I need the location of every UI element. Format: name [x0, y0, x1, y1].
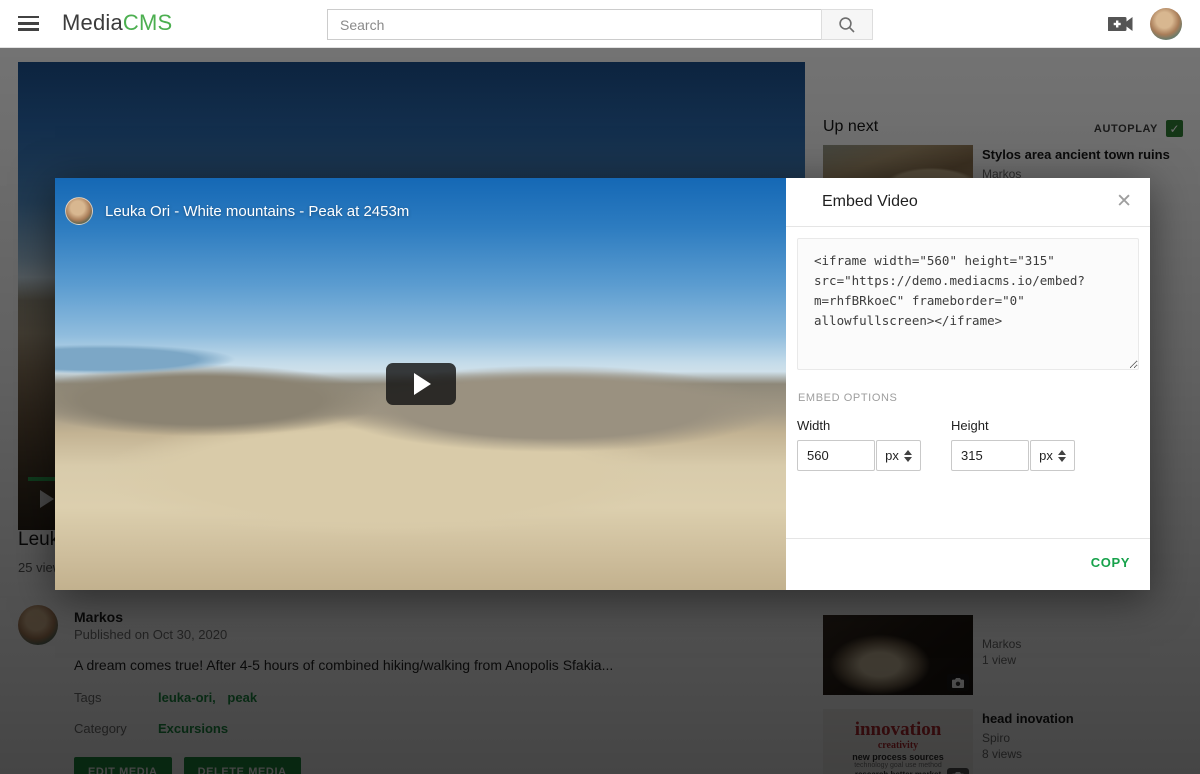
width-field-group: Width px: [797, 418, 921, 471]
preview-title-bar: Leuka Ori - White mountains - Peak at 24…: [65, 197, 409, 225]
embed-video-preview[interactable]: Leuka Ori - White mountains - Peak at 24…: [55, 178, 786, 590]
play-icon: [414, 373, 431, 395]
modal-title: Embed Video: [822, 193, 918, 211]
upload-media-icon[interactable]: [1108, 13, 1134, 35]
menu-icon[interactable]: [18, 16, 39, 31]
width-label: Width: [797, 418, 921, 433]
top-bar: MediaCMS: [0, 0, 1200, 48]
user-avatar[interactable]: [1150, 8, 1182, 40]
embed-options-fields: Width px Height px: [797, 418, 1105, 471]
play-button[interactable]: [386, 363, 456, 405]
mediacms-logo[interactable]: MediaCMS: [62, 10, 172, 36]
search-input[interactable]: [327, 9, 821, 40]
logo-cms-text: CMS: [123, 10, 173, 35]
height-unit-value: px: [1039, 448, 1053, 463]
modal-header: Embed Video ✕: [786, 178, 1150, 227]
preview-video-title: Leuka Ori - White mountains - Peak at 24…: [105, 203, 409, 220]
height-label: Height: [951, 418, 1075, 433]
search-bar: [327, 9, 873, 40]
close-icon[interactable]: ✕: [1116, 190, 1132, 214]
copy-button[interactable]: COPY: [1091, 555, 1130, 570]
logo-media-text: Media: [62, 10, 123, 35]
search-icon: [838, 16, 856, 34]
spinner-arrows-icon: [904, 450, 912, 462]
spinner-arrows-icon: [1058, 450, 1066, 462]
width-unit-value: px: [885, 448, 899, 463]
embed-code-textarea[interactable]: <iframe width="560" height="315" src="ht…: [797, 238, 1139, 370]
width-input[interactable]: [797, 440, 875, 471]
modal-footer: COPY: [786, 538, 1150, 590]
height-field-group: Height px: [951, 418, 1075, 471]
channel-avatar: [65, 197, 93, 225]
embed-modal: Embed Video ✕ <iframe width="560" height…: [786, 178, 1150, 590]
embed-popup: Leuka Ori - White mountains - Peak at 24…: [55, 178, 1150, 590]
width-unit-select[interactable]: px: [876, 440, 921, 471]
height-unit-select[interactable]: px: [1030, 440, 1075, 471]
embed-options-label: EMBED OPTIONS: [798, 392, 897, 404]
mediacms-app: MediaCMS: [0, 0, 1200, 774]
height-input[interactable]: [951, 440, 1029, 471]
search-button[interactable]: [821, 9, 873, 40]
